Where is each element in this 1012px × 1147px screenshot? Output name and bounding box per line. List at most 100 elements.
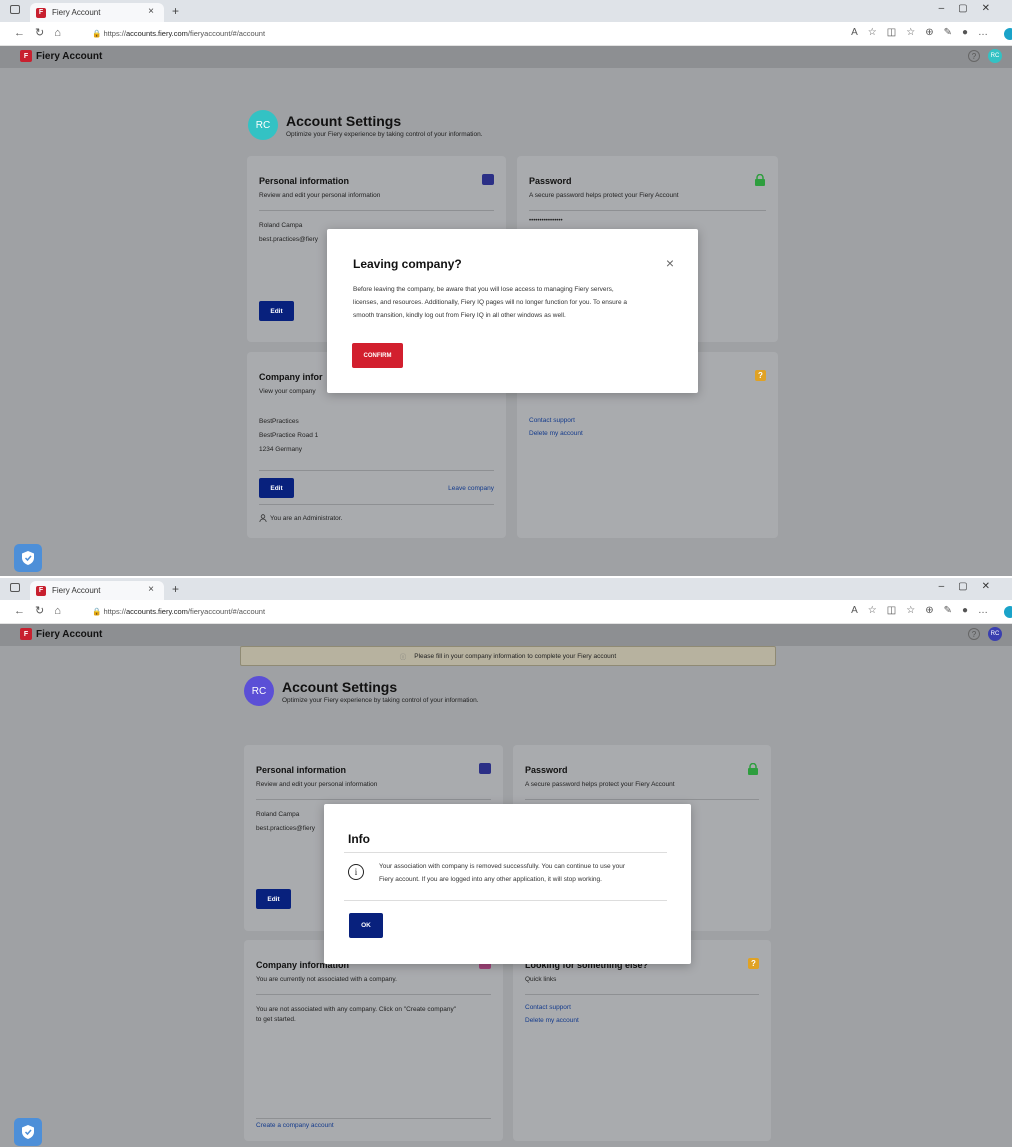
shield-glyph-icon bbox=[22, 551, 34, 565]
dialog-body-line: Fiery account. If you are logged into an… bbox=[379, 876, 602, 883]
security-shield-icon[interactable] bbox=[14, 544, 42, 572]
brand-logo[interactable]: F Fiery Account bbox=[20, 50, 102, 62]
user-avatar[interactable]: RC bbox=[988, 627, 1002, 641]
info-icon: i bbox=[348, 864, 364, 880]
edit-company-button[interactable]: Edit bbox=[259, 478, 294, 498]
edit-personal-button[interactable]: Edit bbox=[256, 889, 291, 909]
nav-buttons[interactable]: ←↻⌂ bbox=[14, 604, 71, 617]
screenshot-leaving-company: F Fiery Account × + –▢✕ ←↻⌂ 🔒 https://ac… bbox=[0, 0, 1012, 576]
security-shield-icon[interactable] bbox=[14, 1118, 42, 1146]
contact-support-link[interactable]: Contact support bbox=[529, 417, 575, 424]
window-controls[interactable]: –▢✕ bbox=[939, 581, 1004, 592]
card-subtitle: Review and edit your personal informatio… bbox=[259, 192, 381, 199]
new-tab-button[interactable]: + bbox=[172, 582, 179, 596]
leaving-company-dialog: Leaving company? × Before leaving the co… bbox=[327, 229, 698, 393]
profile-avatar: RC bbox=[248, 110, 278, 140]
browser-toolbar-icons[interactable]: A☆◫☆⊕✎●… bbox=[851, 605, 998, 616]
delete-account-link[interactable]: Delete my account bbox=[525, 1017, 579, 1024]
browser-tabbar: F Fiery Account × + –▢✕ bbox=[0, 0, 1012, 22]
contact-support-link[interactable]: Contact support bbox=[525, 1004, 571, 1011]
browser-toolbar-icons[interactable]: A☆◫☆⊕✎●… bbox=[851, 27, 998, 38]
role-text: You are an Administrator. bbox=[270, 514, 343, 522]
question-icon: ? bbox=[755, 370, 766, 381]
user-name: Roland Campa bbox=[256, 811, 300, 818]
browser-tab[interactable]: F Fiery Account × bbox=[30, 581, 164, 600]
fiery-logo-icon: F bbox=[20, 50, 32, 62]
divider bbox=[344, 852, 667, 853]
divider bbox=[259, 504, 494, 505]
tab-close-icon[interactable]: × bbox=[148, 6, 154, 17]
company-street: BestPractice Road 1 bbox=[259, 432, 319, 439]
nav-buttons[interactable]: ←↻⌂ bbox=[14, 26, 71, 39]
close-icon[interactable]: × bbox=[666, 255, 674, 271]
page-title: Account Settings bbox=[282, 678, 398, 695]
divider bbox=[525, 994, 759, 995]
card-subtitle: A secure password helps protect your Fie… bbox=[529, 192, 679, 199]
dialog-body-line: licenses, and resources. Additionally, F… bbox=[353, 299, 627, 306]
tab-actions-icon[interactable] bbox=[10, 5, 20, 14]
edit-personal-button[interactable]: Edit bbox=[259, 301, 294, 321]
card-title: Password bbox=[529, 176, 572, 186]
browser-tab[interactable]: F Fiery Account × bbox=[30, 3, 164, 22]
new-tab-button[interactable]: + bbox=[172, 4, 179, 18]
url-field[interactable]: 🔒 https://accounts.fiery.com/fieryaccoun… bbox=[92, 607, 265, 616]
card-subtitle: You are currently not associated with a … bbox=[256, 976, 397, 983]
card-subtitle: View your company bbox=[259, 388, 316, 395]
company-name: BestPractices bbox=[259, 418, 299, 425]
settings-header: RC Account Settings Optimize your Fiery … bbox=[244, 676, 479, 706]
no-company-note: You are not associated with any company.… bbox=[256, 1006, 457, 1013]
copilot-icon[interactable] bbox=[1004, 28, 1012, 40]
app-header: F Fiery Account ? RC bbox=[0, 624, 1012, 646]
app-header: F Fiery Account ? RC bbox=[0, 46, 1012, 68]
profile-avatar: RC bbox=[244, 676, 274, 706]
card-subtitle: Review and edit your personal informatio… bbox=[256, 781, 378, 788]
card-subtitle: Quick links bbox=[525, 976, 557, 983]
divider bbox=[259, 470, 494, 471]
company-city: 1234 Germany bbox=[259, 446, 302, 453]
user-avatar[interactable]: RC bbox=[988, 49, 1002, 63]
help-icon[interactable]: ? bbox=[968, 50, 980, 62]
settings-header: RC Account Settings Optimize your Fiery … bbox=[248, 110, 483, 140]
url-field[interactable]: 🔒 https://accounts.fiery.com/fieryaccoun… bbox=[92, 29, 265, 38]
tab-actions-icon[interactable] bbox=[10, 583, 20, 592]
divider bbox=[529, 210, 766, 211]
divider bbox=[525, 799, 759, 800]
tab-title: Fiery Account bbox=[52, 586, 101, 595]
brand-logo[interactable]: F Fiery Account bbox=[20, 628, 102, 640]
divider bbox=[256, 799, 491, 800]
divider bbox=[256, 994, 491, 995]
card-title: Personal information bbox=[259, 176, 350, 186]
no-company-note: to get started. bbox=[256, 1016, 296, 1023]
dialog-title: Info bbox=[348, 832, 370, 846]
dialog-body-line: smooth transition, kindly log out from F… bbox=[353, 312, 566, 319]
address-bar: ←↻⌂ 🔒 https://accounts.fiery.com/fieryac… bbox=[0, 22, 1012, 46]
ok-button[interactable]: OK bbox=[349, 913, 383, 938]
lock-icon bbox=[755, 174, 765, 186]
copilot-icon[interactable] bbox=[1004, 606, 1012, 618]
divider bbox=[256, 1118, 491, 1119]
create-company-link[interactable]: Create a company account bbox=[256, 1122, 334, 1129]
card-title: Company infor bbox=[259, 372, 323, 382]
dialog-body: Your association with company is removed… bbox=[379, 860, 625, 886]
user-email: best.practices@fiery bbox=[256, 825, 315, 832]
role-line: You are an Administrator. bbox=[259, 514, 342, 522]
card-subtitle: A secure password helps protect your Fie… bbox=[525, 781, 675, 788]
page-title: Account Settings bbox=[286, 112, 402, 129]
brand-name: Fiery Account bbox=[36, 50, 103, 62]
person-icon bbox=[259, 514, 267, 522]
confirm-button[interactable]: CONFIRM bbox=[352, 343, 403, 368]
shield-glyph-icon bbox=[22, 1125, 34, 1139]
tab-close-icon[interactable]: × bbox=[148, 584, 154, 595]
window-controls[interactable]: –▢✕ bbox=[939, 3, 1004, 14]
help-icon[interactable]: ? bbox=[968, 628, 980, 640]
screenshot-info-dialog: F Fiery Account × + –▢✕ ←↻⌂ 🔒 https://ac… bbox=[0, 578, 1012, 1147]
page-subtitle: Optimize your Fiery experience by taking… bbox=[282, 696, 479, 704]
user-name: Roland Campa bbox=[259, 222, 303, 229]
page-background: ⓘ Please fill in your company informatio… bbox=[0, 646, 1012, 1147]
leave-company-link[interactable]: Leave company bbox=[448, 485, 494, 492]
tab-title: Fiery Account bbox=[52, 8, 101, 17]
lock-icon bbox=[748, 763, 758, 775]
brand-name: Fiery Account bbox=[36, 628, 103, 640]
delete-account-link[interactable]: Delete my account bbox=[529, 430, 583, 437]
dialog-body-line: Your association with company is removed… bbox=[379, 863, 626, 870]
